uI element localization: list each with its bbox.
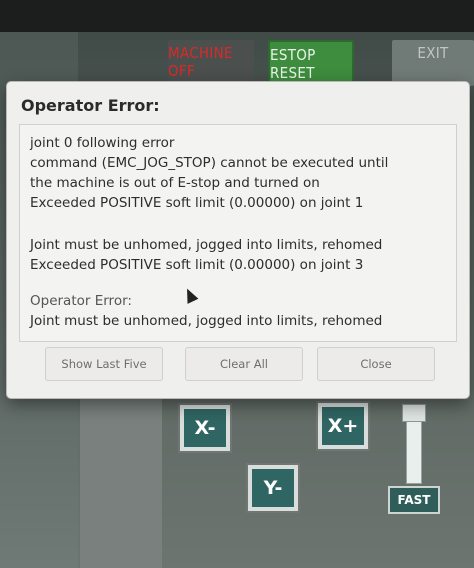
error-message: Exceeded POSITIVE soft limit (0.00000) o… bbox=[30, 257, 364, 273]
error-message: Joint must be unhomed, jogged into limit… bbox=[30, 237, 383, 253]
dialog-title: Operator Error: bbox=[21, 96, 160, 115]
error-message-list: joint 0 following error command (EMC_JOG… bbox=[19, 124, 457, 342]
fast-button[interactable]: FAST bbox=[388, 486, 440, 514]
dialog-button-row: Show Last Five Clear All Close bbox=[45, 347, 445, 383]
jog-x-plus-label: X+ bbox=[322, 407, 364, 445]
jog-x-plus-button[interactable]: X+ bbox=[316, 401, 370, 451]
error-message: joint 0 following error bbox=[30, 135, 175, 151]
error-message: command (EMC_JOG_STOP) cannot be execute… bbox=[30, 155, 389, 171]
jog-y-minus-button[interactable]: Y- bbox=[246, 463, 300, 513]
error-message: Joint must be unhomed, jogged into limit… bbox=[30, 313, 383, 329]
clear-all-button[interactable]: Clear All bbox=[185, 347, 303, 381]
jog-y-minus-label: Y- bbox=[252, 469, 294, 507]
jog-x-minus-button[interactable]: X- bbox=[178, 403, 232, 453]
machine-off-label: MACHINE OFF bbox=[168, 44, 233, 80]
error-message: the machine is out of E-stop and turned … bbox=[30, 175, 320, 191]
estop-reset-button[interactable]: ESTOP RESET bbox=[268, 40, 354, 86]
exit-label: EXIT bbox=[417, 44, 449, 62]
close-button[interactable]: Close bbox=[317, 347, 435, 381]
error-message: Exceeded POSITIVE soft limit (0.00000) o… bbox=[30, 195, 364, 211]
error-message: Operator Error: bbox=[30, 293, 132, 309]
top-bar bbox=[0, 0, 474, 32]
exit-button[interactable]: EXIT bbox=[392, 40, 474, 86]
machine-off-button[interactable]: MACHINE OFF bbox=[168, 40, 254, 86]
operator-error-dialog: Operator Error: joint 0 following error … bbox=[7, 82, 469, 398]
jog-speed-slider[interactable] bbox=[406, 418, 422, 484]
show-last-five-button[interactable]: Show Last Five bbox=[45, 347, 163, 381]
estop-reset-label: ESTOP RESET bbox=[270, 46, 316, 82]
jog-x-minus-label: X- bbox=[184, 409, 226, 447]
middle-panel bbox=[80, 390, 162, 568]
jog-speed-slider-handle[interactable] bbox=[402, 404, 426, 422]
